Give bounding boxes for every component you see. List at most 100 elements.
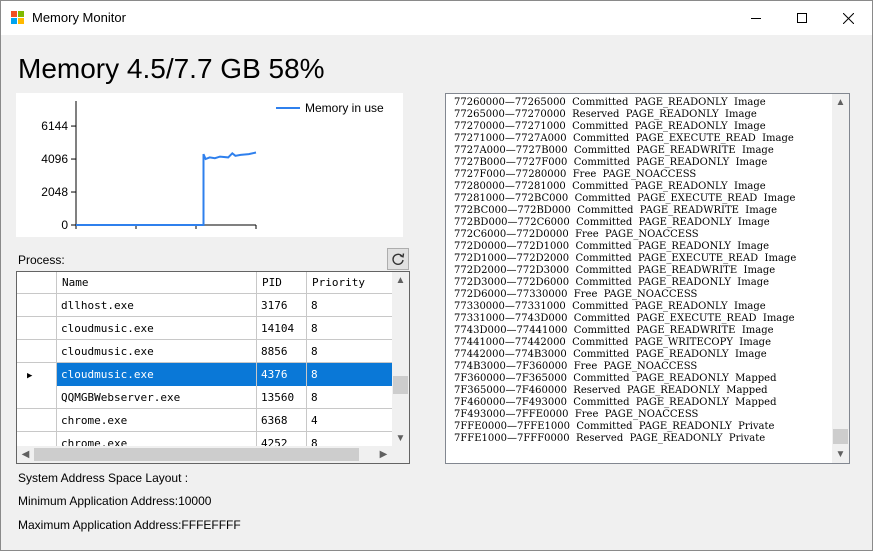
process-pid-cell[interactable]: 4376 xyxy=(257,363,307,386)
process-name-cell[interactable]: cloudmusic.exe xyxy=(57,340,257,363)
region-item[interactable]: 77270000—77271000 Committed PAGE_READONL… xyxy=(454,121,796,133)
legend-label: Memory in use xyxy=(305,101,384,115)
region-item[interactable]: 772D0000—772D1000 Committed PAGE_READONL… xyxy=(454,241,796,253)
grid-vertical-scrollbar[interactable]: ▲ ▼ xyxy=(392,272,409,447)
list-vertical-scrollbar[interactable]: ▲ ▼ xyxy=(832,94,849,463)
process-name-cell[interactable]: dllhost.exe xyxy=(57,294,257,317)
minimize-button[interactable] xyxy=(733,1,779,35)
min-address-label: Minimum Application Address:10000 xyxy=(18,494,212,508)
region-item[interactable]: 77331000—7743D000 Committed PAGE_EXECUTE… xyxy=(454,313,796,325)
region-lines: 77260000—77265000 Committed PAGE_READONL… xyxy=(454,97,796,445)
process-priority-cell[interactable]: 8 xyxy=(307,363,393,386)
table-row[interactable]: cloudmusic.exe 14104 8 xyxy=(17,317,393,340)
region-item[interactable]: 7F360000—7F365000 Committed PAGE_READONL… xyxy=(454,373,796,385)
grid-vertical-thumb[interactable] xyxy=(393,376,408,394)
region-item[interactable]: 7F460000—7F493000 Committed PAGE_READONL… xyxy=(454,397,796,409)
process-priority-cell[interactable]: 8 xyxy=(307,386,393,409)
scroll-down-icon[interactable]: ▼ xyxy=(392,430,409,447)
region-item[interactable]: 77260000—77265000 Committed PAGE_READONL… xyxy=(454,97,796,109)
table-row[interactable]: cloudmusic.exe 8856 8 xyxy=(17,340,393,363)
table-row[interactable]: dllhost.exe 3176 8 xyxy=(17,294,393,317)
close-button[interactable] xyxy=(825,1,871,35)
process-priority-cell[interactable]: 4 xyxy=(307,409,393,432)
region-item[interactable]: 774B3000—7F360000 Free PAGE_NOACCESS xyxy=(454,361,796,373)
current-row-icon: ▶ xyxy=(27,371,33,381)
grid-horizontal-thumb[interactable] xyxy=(34,448,359,461)
region-item[interactable]: 7727A000—7727B000 Committed PAGE_READWRI… xyxy=(454,145,796,157)
row-header[interactable]: ▶ xyxy=(17,363,57,386)
row-header[interactable] xyxy=(17,340,57,363)
process-priority-cell[interactable]: 8 xyxy=(307,294,393,317)
list-scroll-thumb[interactable] xyxy=(833,429,848,444)
max-address-label: Maximum Application Address:FFFEFFFF xyxy=(18,518,241,532)
process-pid-cell[interactable]: 8856 xyxy=(257,340,307,363)
process-name-cell[interactable]: cloudmusic.exe xyxy=(57,363,257,386)
maximize-icon xyxy=(797,13,807,23)
y-tick-label: 2048 xyxy=(41,185,68,199)
memory-usage-heading: Memory 4.5/7.7 GB 58% xyxy=(18,53,325,84)
region-item[interactable]: 77280000—77281000 Committed PAGE_READONL… xyxy=(454,181,796,193)
scroll-left-icon[interactable]: ◀ xyxy=(17,446,34,463)
column-header-priority[interactable]: Priority xyxy=(307,272,393,294)
region-item[interactable]: 77281000—772BC000 Committed PAGE_EXECUTE… xyxy=(454,193,796,205)
scroll-up-icon[interactable]: ▲ xyxy=(392,272,409,289)
region-item[interactable]: 772D3000—772D6000 Committed PAGE_READONL… xyxy=(454,277,796,289)
region-item[interactable]: 77271000—7727A000 Committed PAGE_EXECUTE… xyxy=(454,133,796,145)
region-item[interactable]: 772BD000—772C6000 Committed PAGE_READONL… xyxy=(454,217,796,229)
y-tick-label: 4096 xyxy=(41,152,68,166)
process-name-cell[interactable]: chrome.exe xyxy=(57,409,257,432)
row-header[interactable] xyxy=(17,317,57,340)
list-scroll-up-icon[interactable]: ▲ xyxy=(832,94,849,111)
row-header[interactable] xyxy=(17,386,57,409)
process-pid-cell[interactable]: 6368 xyxy=(257,409,307,432)
address-layout-title: System Address Space Layout : xyxy=(18,471,189,485)
region-item[interactable]: 7727F000—77280000 Free PAGE_NOACCESS xyxy=(454,169,796,181)
close-icon xyxy=(842,12,854,24)
column-header-pid[interactable]: PID xyxy=(257,272,307,294)
process-priority-cell[interactable]: 8 xyxy=(307,340,393,363)
region-item[interactable]: 77330000—77331000 Committed PAGE_READONL… xyxy=(454,301,796,313)
column-header-name[interactable]: Name xyxy=(57,272,257,294)
process-name-cell[interactable]: QQMGBWebserver.exe xyxy=(57,386,257,409)
grid-horizontal-scrollbar[interactable]: ◀ ▶ xyxy=(17,446,409,463)
memory-monitor-window: Memory Monitor Memory 4.5/7.7 GB 58% 0 20… xyxy=(0,0,873,551)
region-item[interactable]: 772BC000—772BD000 Committed PAGE_READWRI… xyxy=(454,205,796,217)
region-item[interactable]: 77442000—774B3000 Committed PAGE_READONL… xyxy=(454,349,796,361)
process-pid-cell[interactable]: 13560 xyxy=(257,386,307,409)
region-item[interactable]: 7743D000—77441000 Committed PAGE_READWRI… xyxy=(454,325,796,337)
process-priority-cell[interactable]: 8 xyxy=(307,317,393,340)
scroll-right-icon[interactable]: ▶ xyxy=(375,446,392,463)
process-label: Process: xyxy=(18,253,65,267)
region-item[interactable]: 77441000—77442000 Committed PAGE_WRITECO… xyxy=(454,337,796,349)
list-scroll-down-icon[interactable]: ▼ xyxy=(832,446,849,463)
region-item[interactable]: 772D6000—77330000 Free PAGE_NOACCESS xyxy=(454,289,796,301)
region-item[interactable]: 7727B000—7727F000 Committed PAGE_READONL… xyxy=(454,157,796,169)
maximize-button[interactable] xyxy=(779,1,825,35)
row-header-corner xyxy=(17,272,57,294)
memory-series-line xyxy=(76,151,257,226)
region-item[interactable]: 772D2000—772D3000 Committed PAGE_READWRI… xyxy=(454,265,796,277)
region-item[interactable]: 7F365000—7F460000 Reserved PAGE_READONLY… xyxy=(454,385,796,397)
table-row[interactable]: ▶ cloudmusic.exe 4376 8 xyxy=(17,363,393,386)
grid-header: Name PID Priority xyxy=(17,272,393,294)
process-pid-cell[interactable]: 3176 xyxy=(257,294,307,317)
row-header[interactable] xyxy=(17,409,57,432)
memory-regions-list[interactable]: 77260000—77265000 Committed PAGE_READONL… xyxy=(445,93,850,464)
region-item[interactable]: 77265000—77270000 Reserved PAGE_READONLY… xyxy=(454,109,796,121)
table-row[interactable]: chrome.exe 6368 4 xyxy=(17,409,393,432)
window-title: Memory Monitor xyxy=(32,10,126,25)
table-row[interactable]: QQMGBWebserver.exe 13560 8 xyxy=(17,386,393,409)
region-item[interactable]: 7FFE1000—7FFF0000 Reserved PAGE_READONLY… xyxy=(454,433,796,445)
process-pid-cell[interactable]: 14104 xyxy=(257,317,307,340)
process-name-cell[interactable]: cloudmusic.exe xyxy=(57,317,257,340)
region-item[interactable]: 7F493000—7FFE0000 Free PAGE_NOACCESS xyxy=(454,409,796,421)
region-item[interactable]: 772D1000—772D2000 Committed PAGE_EXECUTE… xyxy=(454,253,796,265)
row-header[interactable] xyxy=(17,294,57,317)
title-bar[interactable]: Memory Monitor xyxy=(1,1,872,35)
y-tick-label: 0 xyxy=(61,218,68,232)
region-item[interactable]: 7FFE0000—7FFE1000 Committed PAGE_READONL… xyxy=(454,421,796,433)
process-grid[interactable]: Name PID Priority dllhost.exe 3176 8 cloudm… xyxy=(16,271,410,464)
memory-chart: 0 2048 4096 6144 Memory in use xyxy=(16,93,403,237)
region-item[interactable]: 772C6000—772D0000 Free PAGE_NOACCESS xyxy=(454,229,796,241)
refresh-button[interactable] xyxy=(387,248,409,270)
